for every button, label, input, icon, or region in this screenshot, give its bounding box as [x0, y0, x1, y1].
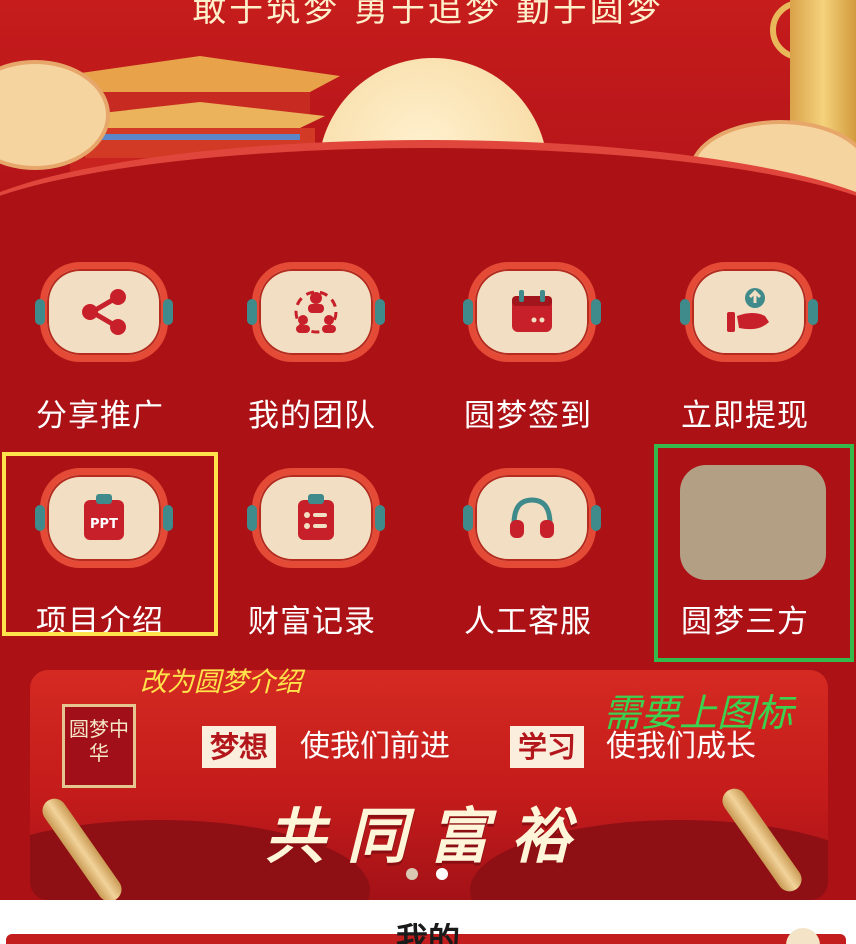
profile-title: 我的 — [395, 923, 460, 944]
banner-headline: 共同富裕 — [265, 802, 593, 872]
menu-item-share[interactable]: 分享推广 — [0, 262, 180, 462]
menu-label: 圆梦签到 — [464, 398, 592, 434]
icon-badge — [35, 262, 173, 362]
menu-item-team[interactable]: 我的团队 — [212, 262, 392, 462]
carousel-dot-active[interactable] — [406, 868, 418, 880]
clipboard-icon — [298, 494, 334, 540]
menu-label: 我的团队 — [248, 398, 376, 434]
share-icon — [82, 289, 126, 335]
annotation-note-yellow: 改为圆梦介绍 — [140, 667, 302, 698]
hero-banner: 敢于筑梦 勇于追梦 勤于圆梦 — [0, 0, 856, 262]
menu-item-wealth-record[interactable]: 财富记录 — [212, 468, 392, 668]
calendar-icon — [512, 290, 552, 332]
banner-text: 使我们前进 — [300, 729, 450, 764]
menu-label: 立即提现 — [681, 398, 809, 434]
menu-label: 人工客服 — [464, 604, 592, 640]
withdraw-icon — [727, 288, 769, 332]
annotation-box-green — [654, 444, 854, 662]
icon-badge — [247, 468, 385, 568]
icon-badge — [463, 262, 601, 362]
carousel-dot[interactable] — [436, 868, 448, 880]
hero-slogan: 敢于筑梦 勇于追梦 勤于圆梦 — [192, 0, 664, 30]
headset-icon — [510, 497, 554, 538]
icon-badge — [247, 262, 385, 362]
menu-item-withdraw[interactable]: 立即提现 — [645, 262, 825, 462]
team-icon — [294, 290, 338, 334]
annotation-note-green: 需要上图标 — [603, 691, 794, 735]
banner-logo: 圆梦中华 — [62, 704, 136, 788]
banner-tag: 学习 — [510, 726, 585, 768]
menu-item-checkin[interactable]: 圆梦签到 — [428, 262, 608, 462]
app-screen: 敢于筑梦 勇于追梦 勤于圆梦 分享推广 我的团队 圆梦签到 立即提现 PPT 项… — [0, 0, 856, 900]
menu-label: 分享推广 — [36, 398, 164, 434]
menu-item-customer-service[interactable]: 人工客服 — [428, 468, 608, 668]
banner-tag: 梦想 — [202, 726, 277, 768]
menu-label: 财富记录 — [248, 604, 376, 640]
annotation-box-yellow — [2, 452, 218, 636]
icon-badge — [463, 468, 601, 568]
icon-badge — [680, 262, 818, 362]
